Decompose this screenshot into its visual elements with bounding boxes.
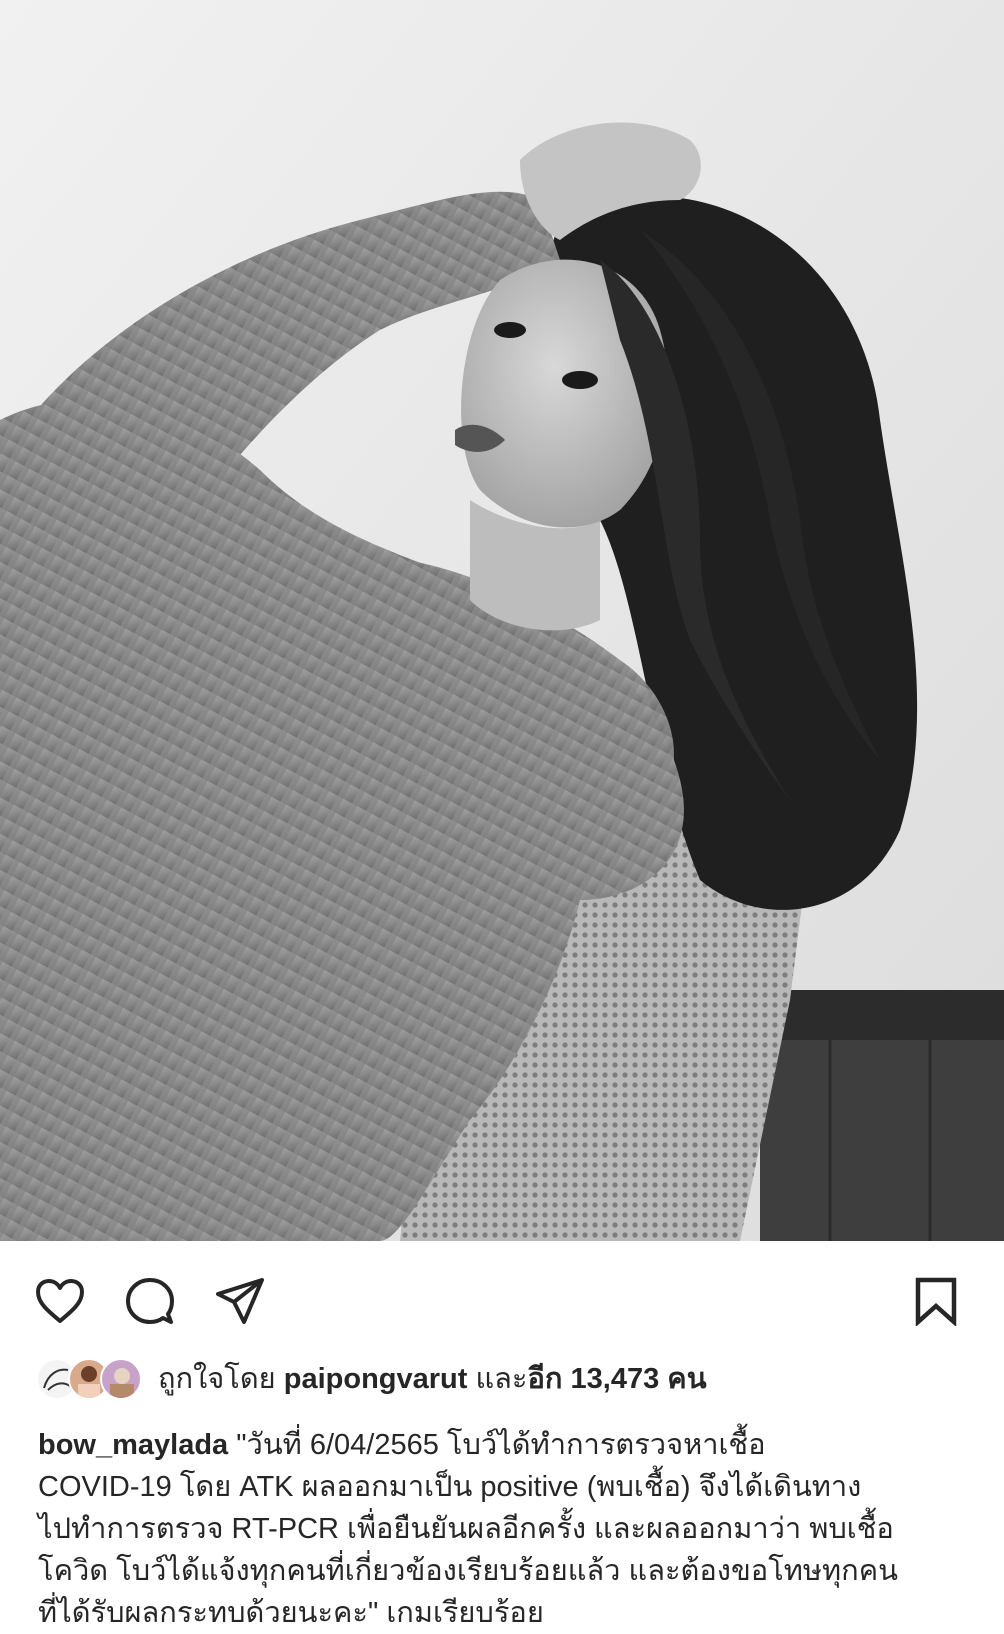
likes-prefix: ถูกใจโดย [158, 1363, 276, 1395]
bookmark-icon [915, 1277, 957, 1326]
action-bar [0, 1241, 1004, 1341]
comment-button[interactable] [122, 1273, 178, 1329]
save-button[interactable] [908, 1273, 964, 1329]
caption-line-3: ไปทำการตรวจ RT-PCR เพื่อยืนยันผลอีกครั้ง… [38, 1513, 894, 1545]
caption-line-1: bow_maylada "วันที่ 6/04/2565 โบว์ได้ทำก… [38, 1424, 978, 1466]
like-button[interactable] [32, 1273, 88, 1329]
caption-line-2: COVID-19 โดย ATK ผลออกมาเป็น positive (พ… [38, 1471, 862, 1503]
send-icon [216, 1278, 264, 1324]
comment-icon [126, 1278, 174, 1324]
likes-count[interactable]: อีก 13,473 คน [528, 1363, 707, 1395]
likes-row: ถูกใจโดย paipongvarut และอีก 13,473 คน [36, 1354, 707, 1402]
likes-connector: และ [475, 1363, 528, 1395]
caption-line-5: ที่ได้รับผลกระทบด้วยนะคะ" เกมเรียบร้อย [38, 1597, 544, 1629]
post-photo[interactable] [0, 0, 1004, 1241]
likes-summary: ถูกใจโดย paipongvarut และอีก 13,473 คน [158, 1355, 707, 1401]
liker-avatars[interactable] [36, 1356, 144, 1400]
caption-text: "วันที่ 6/04/2565 โบว์ได้ทำการตรวจหาเชื้… [236, 1429, 766, 1461]
caption-line-4: โควิด โบว์ได้แจ้งทุกคนที่เกี่ยวข้องเรียบ… [38, 1555, 898, 1587]
caption-username[interactable]: bow_maylada [38, 1429, 228, 1461]
share-button[interactable] [212, 1273, 268, 1329]
avatar [100, 1358, 142, 1400]
heart-icon [36, 1279, 84, 1323]
post-caption: bow_maylada "วันที่ 6/04/2565 โบว์ได้ทำก… [38, 1424, 978, 1634]
liker-username[interactable]: paipongvarut [284, 1363, 468, 1395]
